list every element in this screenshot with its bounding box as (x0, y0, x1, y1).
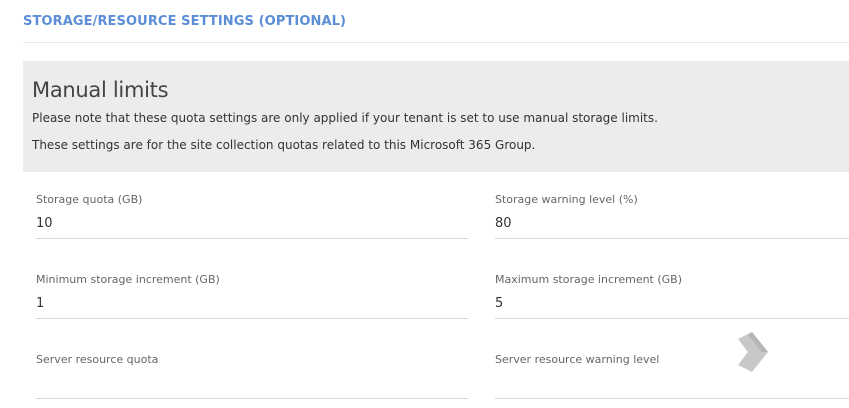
server-resource-quota-input[interactable] (36, 373, 468, 399)
max-storage-increment-label: Maximum storage increment (GB) (495, 273, 683, 286)
server-resource-warning-level-field: Server resource warning level (495, 350, 849, 400)
storage-quota-label: Storage quota (GB) (36, 193, 143, 206)
storage-warning-level-label: Storage warning level (%) (495, 193, 638, 206)
manual-limits-note: Please note that these quota settings ar… (32, 111, 658, 125)
server-resource-quota-label: Server resource quota (36, 353, 159, 366)
storage-quota-field: Storage quota (GB) (36, 190, 468, 240)
section-title: STORAGE/RESOURCE SETTINGS (OPTIONAL) (23, 14, 347, 29)
storage-settings-page: STORAGE/RESOURCE SETTINGS (OPTIONAL) Man… (0, 0, 849, 408)
server-resource-warning-level-input[interactable] (495, 373, 849, 399)
server-resource-warning-level-label: Server resource warning level (495, 353, 660, 366)
manual-limits-heading: Manual limits (32, 78, 169, 102)
manual-limits-scope-note: These settings are for the site collecti… (32, 138, 536, 152)
server-resource-quota-field: Server resource quota (36, 350, 468, 400)
manual-limits-panel: Manual limits Please note that these quo… (23, 61, 849, 172)
max-storage-increment-field: Maximum storage increment (GB) (495, 270, 849, 320)
storage-warning-level-input[interactable] (495, 213, 849, 239)
min-storage-increment-input[interactable] (36, 293, 468, 319)
storage-warning-level-field: Storage warning level (%) (495, 190, 849, 240)
storage-quota-input[interactable] (36, 213, 468, 239)
min-storage-increment-field: Minimum storage increment (GB) (36, 270, 468, 320)
min-storage-increment-label: Minimum storage increment (GB) (36, 273, 220, 286)
diamond-chevron-icon[interactable] (738, 332, 770, 372)
max-storage-increment-input[interactable] (495, 293, 849, 319)
section-header: STORAGE/RESOURCE SETTINGS (OPTIONAL) (23, 10, 849, 43)
